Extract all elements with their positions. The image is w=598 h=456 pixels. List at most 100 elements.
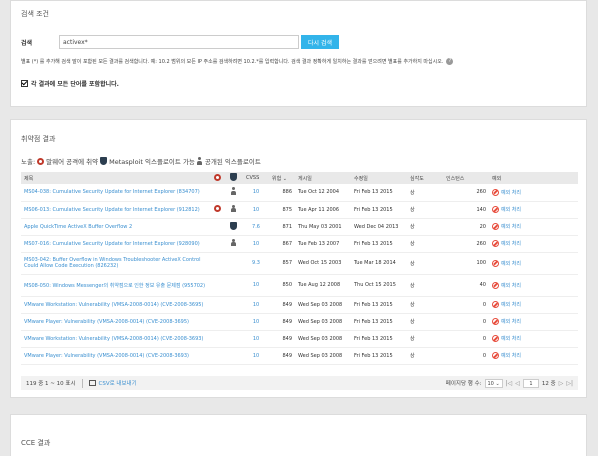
metasploit-icon — [100, 157, 108, 165]
malware-cell — [211, 313, 227, 331]
table-footer: 119 중 1 ~ 10 표시 CSV로 내보내기 페이지당 행 수: 10 ⌄… — [21, 376, 578, 390]
exception-label: 예외 처리 — [501, 319, 521, 325]
vuln-title-link[interactable]: MS07-016: Cumulative Security Update for… — [24, 241, 200, 247]
instances-cell: 100 — [443, 252, 489, 275]
table-row[interactable]: MS08-050: Windows Messenger의 취약점으로 인한 정보… — [21, 274, 578, 297]
exception-link[interactable]: 예외 처리 — [492, 223, 521, 230]
last-page-icon[interactable]: ▷| — [566, 380, 573, 387]
exception-label: 예외 처리 — [501, 224, 521, 230]
vuln-title-cell: VMware Workstation: Vulnerability (VMSA-… — [21, 330, 211, 348]
col-exception[interactable]: 예외 — [489, 172, 578, 184]
prohibit-icon — [492, 223, 499, 230]
prev-page-icon[interactable]: ◁ — [515, 380, 520, 387]
col-risk[interactable]: 위험 ⌄ — [269, 172, 295, 184]
table-header-row: 제목 CVSS 위험 ⌄ 게시일 수정일 심각도 인스턴스 예외 — [21, 172, 578, 184]
metasploit-cell — [227, 184, 243, 202]
exception-cell: 예외 처리 — [489, 330, 578, 348]
table-row[interactable]: MS07-016: Cumulative Security Update for… — [21, 235, 578, 253]
col-malware[interactable] — [211, 172, 227, 184]
cvss-cell: 10 — [243, 201, 269, 219]
all-words-checkbox[interactable] — [21, 80, 28, 87]
exception-link[interactable]: 예외 처리 — [492, 240, 521, 247]
modified-cell: Tue Mar 18 2014 — [351, 252, 407, 275]
exception-label: 예외 처리 — [501, 207, 521, 213]
per-page-label: 페이지당 행 수: — [445, 381, 482, 387]
vuln-title-link[interactable]: VMware Player: Vulnerability (VMSA-2008-… — [24, 319, 189, 325]
exception-link[interactable]: 예외 처리 — [492, 352, 521, 359]
metasploit-cell — [227, 201, 243, 219]
all-words-option[interactable]: 각 결과에 모든 단어를 포함합니다. — [21, 79, 119, 88]
table-row[interactable]: VMware Workstation: Vulnerability (VMSA-… — [21, 296, 578, 314]
exception-link[interactable]: 예외 처리 — [492, 301, 521, 308]
col-metasploit[interactable] — [227, 172, 243, 184]
vuln-title-link[interactable]: MS04-038: Cumulative Security Update for… — [24, 189, 200, 195]
col-cvss[interactable]: CVSS — [243, 172, 269, 184]
published-cell: Tue Aug 12 2008 — [295, 274, 351, 297]
first-page-icon[interactable]: |◁ — [506, 380, 513, 387]
exception-link[interactable]: 예외 처리 — [492, 318, 521, 325]
table-row[interactable]: MS03-042: Buffer Overflow in Windows Tro… — [21, 252, 578, 275]
table-row[interactable]: Apple QuickTime ActiveX Buffer Overflow … — [21, 218, 578, 236]
risk-cell: 849 — [269, 313, 295, 331]
table-row[interactable]: VMware Player: Vulnerability (VMSA-2008-… — [21, 313, 578, 331]
page-number-input[interactable]: 1 — [522, 378, 539, 388]
table-row[interactable]: VMware Workstation: Vulnerability (VMSA-… — [21, 330, 578, 348]
col-title[interactable]: 제목 — [21, 172, 211, 184]
vuln-title-link[interactable]: MS06-013: Cumulative Security Update for… — [24, 207, 200, 213]
published-cell: Tue Oct 12 2004 — [295, 184, 351, 202]
vuln-title-cell: VMware Player: Vulnerability (VMSA-2008-… — [21, 313, 211, 331]
metasploit-cell — [227, 235, 243, 253]
metasploit-cell — [227, 347, 243, 365]
vuln-title-link[interactable]: MS08-050: Windows Messenger의 취약점으로 인한 정보… — [24, 283, 205, 289]
col-severity[interactable]: 심각도 — [407, 172, 443, 184]
vuln-title-link[interactable]: VMware Workstation: Vulnerability (VMSA-… — [24, 336, 203, 342]
col-published[interactable]: 게시일 — [295, 172, 351, 184]
vuln-title-link[interactable]: VMware Workstation: Vulnerability (VMSA-… — [24, 302, 203, 308]
vuln-title-link[interactable]: Apple QuickTime ActiveX Buffer Overflow … — [24, 224, 132, 230]
exploit-icon — [230, 187, 236, 195]
vulnerability-table: 제목 CVSS 위험 ⌄ 게시일 수정일 심각도 인스턴스 예외 MS04-03… — [21, 172, 578, 365]
next-page-icon[interactable]: ▷ — [559, 380, 564, 387]
table-row[interactable]: MS06-013: Cumulative Security Update for… — [21, 201, 578, 219]
prohibit-icon — [492, 335, 499, 342]
malware-icon — [214, 205, 221, 212]
exception-label: 예외 처리 — [501, 189, 521, 196]
col-modified[interactable]: 수정일 — [351, 172, 407, 184]
metasploit-cell — [227, 296, 243, 314]
instances-cell: 0 — [443, 313, 489, 331]
modified-cell: Fri Feb 13 2015 — [351, 201, 407, 219]
instances-cell: 20 — [443, 218, 489, 236]
search-input[interactable] — [59, 35, 299, 49]
exception-cell: 예외 처리 — [489, 184, 578, 202]
vuln-title-cell: MS08-050: Windows Messenger의 취약점으로 인한 정보… — [21, 274, 211, 297]
cvss-cell: 10 — [243, 235, 269, 253]
pagination: 페이지당 행 수: 10 ⌄ |◁ ◁ 1 12 중 ▷ ▷| — [445, 378, 573, 388]
modified-cell: Wed Dec 04 2013 — [351, 218, 407, 236]
malware-icon — [214, 173, 221, 181]
instances-cell: 260 — [443, 235, 489, 253]
malware-cell — [211, 184, 227, 202]
vuln-title-link[interactable]: MS03-042: Buffer Overflow in Windows Tro… — [24, 257, 200, 269]
exception-link[interactable]: 예외 처리 — [492, 259, 521, 267]
per-page-select[interactable]: 10 ⌄ — [484, 378, 503, 388]
table-row[interactable]: MS04-038: Cumulative Security Update for… — [21, 184, 578, 202]
vulnerability-results-panel: 취약점 결과 노출: 말웨어 공격에 취약 Metasploit 익스플로이트 … — [10, 119, 587, 398]
instances-cell: 40 — [443, 274, 489, 297]
search-hint-text: 별표 (*) 를 추가해 검색 말이 포함된 모든 결과를 검색합니다. 예: … — [21, 59, 444, 65]
metasploit-icon — [230, 173, 237, 181]
col-instances[interactable]: 인스턴스 — [443, 172, 489, 184]
cvss-cell: 10 — [243, 184, 269, 202]
exploit-icon — [230, 238, 236, 247]
vuln-title-cell: MS03-042: Buffer Overflow in Windows Tro… — [21, 252, 211, 275]
csv-export-link[interactable]: CSV로 내보내기 — [88, 379, 137, 387]
severity-cell: 상 — [407, 330, 443, 348]
table-row[interactable]: VMware Player: Vulnerability (VMSA-2008-… — [21, 347, 578, 365]
exception-link[interactable]: 예외 처리 — [492, 335, 521, 342]
help-icon[interactable]: ? — [446, 58, 454, 65]
re-search-button[interactable]: 다시 검색 — [301, 35, 339, 49]
modified-cell: Fri Feb 13 2015 — [351, 313, 407, 331]
exception-link[interactable]: 예외 처리 — [492, 206, 521, 213]
exception-link[interactable]: 예외 처리 — [492, 281, 521, 289]
exception-link[interactable]: 예외 처리 — [492, 188, 521, 196]
vuln-title-link[interactable]: VMware Player: Vulnerability (VMSA-2008-… — [24, 353, 189, 359]
